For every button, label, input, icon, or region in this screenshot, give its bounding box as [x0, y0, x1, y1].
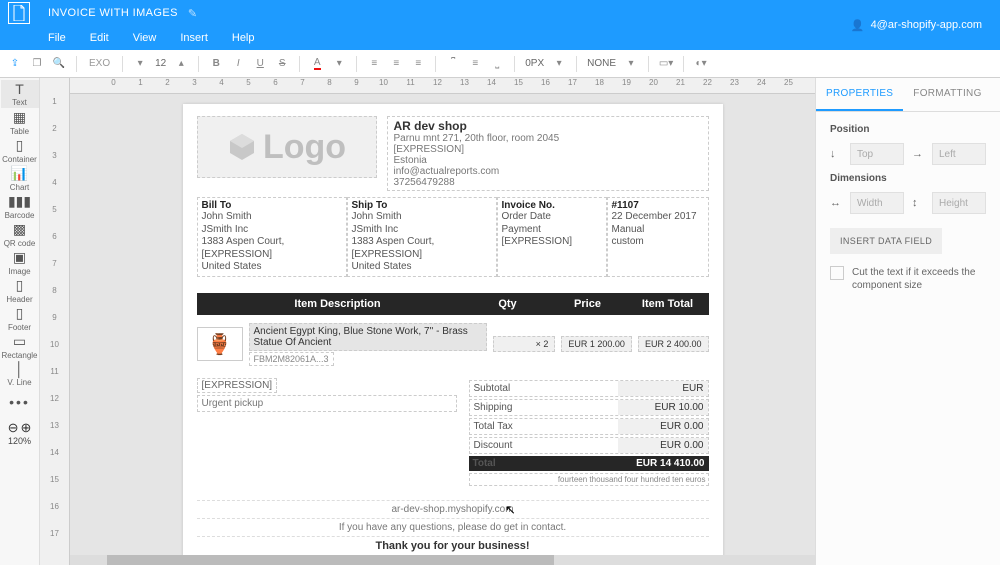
- border-value[interactable]: NONE: [585, 58, 618, 69]
- tool-vline[interactable]: │V. Line: [1, 360, 39, 388]
- valign-mid-icon[interactable]: ≡: [466, 55, 484, 73]
- underline-icon[interactable]: U: [251, 55, 269, 73]
- tool-qrcode[interactable]: ▩QR code: [1, 220, 39, 248]
- tool-rectangle[interactable]: ▭Rectangle: [1, 332, 39, 360]
- item-thumbnail[interactable]: 🏺: [197, 327, 243, 361]
- company-block[interactable]: AR dev shop Parnu mnt 271, 20th floor, r…: [387, 116, 709, 191]
- copy-icon[interactable]: ❐: [28, 55, 46, 73]
- zoom-in-icon[interactable]: ⊕: [21, 420, 32, 436]
- align-left-icon[interactable]: ≡: [365, 55, 383, 73]
- valign-bot-icon[interactable]: ⎵: [488, 55, 506, 73]
- height-input[interactable]: Height: [932, 192, 986, 214]
- tool-more[interactable]: •••: [1, 388, 39, 416]
- zoom-out-icon[interactable]: ⊖: [8, 420, 19, 436]
- tab-properties[interactable]: PROPERTIES: [816, 78, 903, 111]
- arrow-right-icon: →: [912, 148, 924, 160]
- notes-label[interactable]: [EXPRESSION]: [197, 378, 278, 393]
- tab-formatting[interactable]: FORMATTING: [903, 78, 991, 111]
- tool-palette: TText ▦Table ▯Container 📊Chart ▮▮▮Barcod…: [0, 78, 40, 565]
- zoom-level: 120%: [8, 436, 31, 446]
- text-color-more-icon[interactable]: ▾: [330, 55, 348, 73]
- ship-to-block[interactable]: Ship To John SmithJSmith Inc 1383 Aspen …: [347, 197, 497, 277]
- document-icon: [8, 2, 30, 24]
- document-page[interactable]: Logo AR dev shop Parnu mnt 271, 20th flo…: [183, 104, 723, 565]
- height-icon: ↕: [912, 197, 924, 209]
- tool-text[interactable]: TText: [1, 80, 39, 108]
- document-title: INVOICE WITH IMAGES: [48, 7, 178, 19]
- logo-placeholder[interactable]: Logo: [197, 116, 377, 178]
- insert-data-field-button[interactable]: INSERT DATA FIELD: [830, 228, 942, 254]
- items-header: Item Description Qty Price Item Total: [197, 293, 709, 315]
- dimensions-label: Dimensions: [830, 173, 986, 184]
- tool-barcode[interactable]: ▮▮▮Barcode: [1, 192, 39, 220]
- tool-header[interactable]: ▯Header: [1, 276, 39, 304]
- item-sku[interactable]: FBM2M82061A...3: [249, 352, 334, 366]
- user-email[interactable]: 4@ar-shopify-app.com: [871, 19, 982, 31]
- item-total[interactable]: EUR 2 400.00: [638, 336, 709, 352]
- fill-color-icon[interactable]: ◐▾: [692, 55, 710, 73]
- menu-view[interactable]: View: [133, 32, 157, 44]
- spacing-value[interactable]: 0PX: [523, 58, 546, 69]
- totals-block[interactable]: SubtotalEUR ShippingEUR 10.00 Total TaxE…: [469, 378, 709, 486]
- width-input[interactable]: Width: [850, 192, 904, 214]
- fontsize-up-icon[interactable]: ▴: [172, 55, 190, 73]
- search-icon[interactable]: 🔍: [50, 55, 68, 73]
- format-toolbar: ⇪ ❐ 🔍 EXO ▾ 12 ▴ B I U S A ▾ ≡ ≡ ≡ ⎴ ≡ ⎵…: [0, 50, 1000, 78]
- item-qty[interactable]: × 2: [493, 336, 555, 352]
- horizontal-ruler: 0123456789101112131415161718192021222324…: [70, 78, 815, 94]
- tool-table[interactable]: ▦Table: [1, 108, 39, 136]
- item-price[interactable]: EUR 1 200.00: [561, 336, 632, 352]
- text-color-icon[interactable]: A: [308, 55, 326, 73]
- properties-panel: PROPERTIES FORMATTING Position ↓ Top → L…: [815, 78, 1000, 565]
- tool-chart[interactable]: 📊Chart: [1, 164, 39, 192]
- notes-text[interactable]: Urgent pickup: [197, 395, 457, 412]
- vertical-ruler: 1234567891011121314151617: [40, 78, 70, 565]
- valign-top-icon[interactable]: ⎴: [444, 55, 462, 73]
- app-header: INVOICE WITH IMAGES ✎ File Edit View Ins…: [0, 0, 1000, 50]
- cut-text-label: Cut the text if it exceeds the component…: [852, 266, 986, 292]
- footer-block[interactable]: ar-dev-shop.myshopify.com If you have an…: [197, 500, 709, 555]
- left-input[interactable]: Left: [932, 143, 986, 165]
- italic-icon[interactable]: I: [229, 55, 247, 73]
- border-color-icon[interactable]: ▭▾: [657, 55, 675, 73]
- tool-footer[interactable]: ▯Footer: [1, 304, 39, 332]
- font-size[interactable]: 12: [153, 58, 168, 69]
- total-words: fourteen thousand four hundred ten euros: [469, 473, 709, 486]
- align-center-icon[interactable]: ≡: [387, 55, 405, 73]
- menu-edit[interactable]: Edit: [90, 32, 109, 44]
- arrow-down-icon: ↓: [830, 148, 842, 160]
- share-icon[interactable]: ⇪: [6, 55, 24, 73]
- strike-icon[interactable]: S: [273, 55, 291, 73]
- align-right-icon[interactable]: ≡: [409, 55, 427, 73]
- font-select[interactable]: EXO: [85, 58, 114, 69]
- meta-labels[interactable]: Invoice No. Order Date Payment [EXPRESSI…: [497, 197, 607, 277]
- meta-values[interactable]: #1107 22 December 2017 Manual custom: [607, 197, 709, 277]
- edit-title-icon[interactable]: ✎: [188, 7, 197, 20]
- width-icon: ↔: [830, 197, 842, 209]
- bold-icon[interactable]: B: [207, 55, 225, 73]
- tool-image[interactable]: ▣Image: [1, 248, 39, 276]
- line-item[interactable]: 🏺 Ancient Egypt King, Blue Stone Work, 7…: [197, 323, 709, 366]
- fontsize-down-icon[interactable]: ▾: [131, 55, 149, 73]
- menu-help[interactable]: Help: [232, 32, 255, 44]
- horizontal-scrollbar[interactable]: [70, 555, 815, 565]
- bill-to-block[interactable]: Bill To John SmithJSmith Inc 1383 Aspen …: [197, 197, 347, 277]
- top-input[interactable]: Top: [850, 143, 904, 165]
- menu-file[interactable]: File: [48, 32, 66, 44]
- menu-insert[interactable]: Insert: [180, 32, 208, 44]
- user-icon: 👤: [851, 19, 865, 32]
- cut-text-checkbox[interactable]: [830, 266, 844, 280]
- tool-container[interactable]: ▯Container: [1, 136, 39, 164]
- position-label: Position: [830, 124, 986, 135]
- item-description[interactable]: Ancient Egypt King, Blue Stone Work, 7''…: [249, 323, 488, 351]
